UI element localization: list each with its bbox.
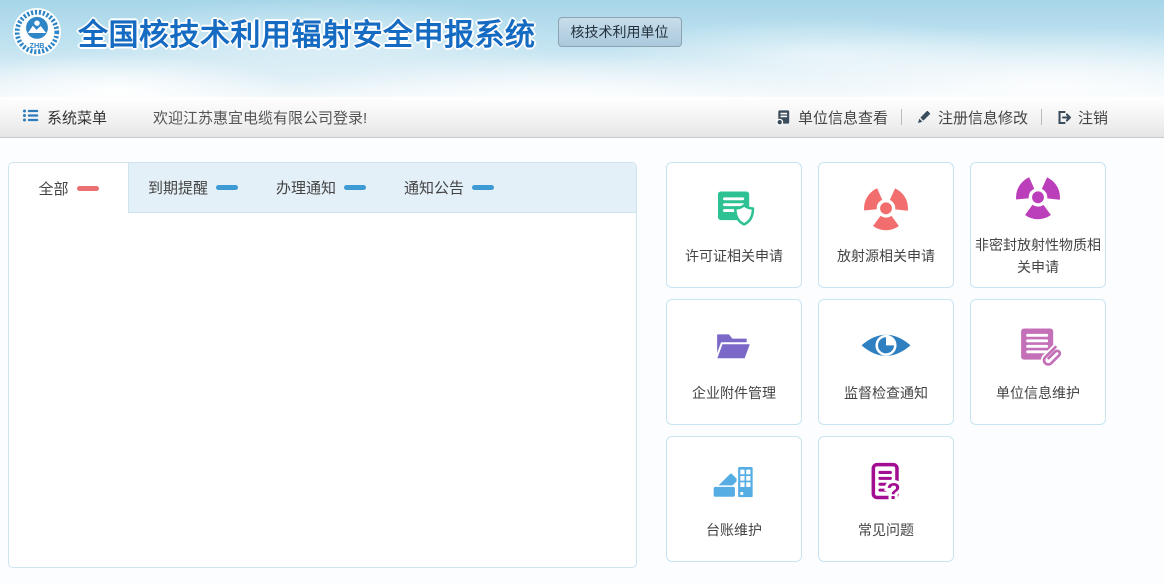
tab-label: 到期提醒	[148, 177, 208, 198]
tab-label: 全部	[38, 178, 68, 199]
brand: ZHB 全国核技术利用辐射安全申报系统 核技术利用单位	[12, 5, 682, 59]
page: ZHB 全国核技术利用辐射安全申报系统 核技术利用单位 系统菜单 欢迎江苏惠宜电…	[0, 0, 1164, 584]
svg-text:?: ?	[887, 478, 901, 504]
page-title: 全国核技术利用辐射安全申报系统	[78, 10, 536, 54]
tab-notice-announcement[interactable]: 通知公告	[385, 163, 513, 212]
card-label: 企业附件管理	[692, 383, 776, 405]
card-radioactive-source-apply[interactable]: 放射源相关申请	[818, 162, 954, 288]
menu-link-label: 注册信息修改	[938, 107, 1028, 128]
menu-links: 单位信息查看 注册信息修改 注销	[775, 107, 1108, 128]
card-unsealed-radioactive-material-apply[interactable]: 非密封放射性物质相关申请	[970, 162, 1106, 288]
tab-processing-notice[interactable]: 办理通知	[257, 163, 385, 212]
card-label: 台账维护	[706, 520, 762, 542]
card-faq[interactable]: ? ? 常见问题	[818, 436, 954, 562]
system-menu-label: 系统菜单	[47, 107, 107, 128]
notice-content	[9, 213, 636, 568]
card-label: 许可证相关申请	[685, 246, 783, 268]
folder-icon	[707, 320, 761, 374]
tab-label: 办理通知	[276, 177, 336, 198]
tab-label: 通知公告	[404, 177, 464, 198]
system-menu-button[interactable]: 系统菜单	[22, 107, 107, 128]
menu-link-label: 注销	[1078, 107, 1108, 128]
menu-bar: 系统菜单 欢迎江苏惠宜电缆有限公司登录! 单位信息查看 注册信息修改 注销	[0, 97, 1164, 138]
card-enterprise-attachment-management[interactable]: 企业附件管理	[666, 299, 802, 425]
tab-dash	[472, 185, 494, 190]
card-label: 监督检查通知	[844, 383, 928, 405]
menu-link-label: 单位信息查看	[798, 107, 888, 128]
role-badge: 核技术利用单位	[558, 17, 682, 47]
menu-link-unit-info-view[interactable]: 单位信息查看	[775, 107, 888, 128]
card-label: 常见问题	[858, 520, 914, 542]
faq-icon: ? ?	[859, 457, 913, 511]
tab-expiry-reminder[interactable]: 到期提醒	[129, 163, 257, 212]
environment-logo-icon: ZHB	[12, 7, 62, 57]
doc-paperclip-icon	[1011, 320, 1065, 374]
card-label: 单位信息维护	[996, 383, 1080, 405]
tab-bar: 全部 到期提醒 办理通知 通知公告	[9, 163, 636, 213]
edit-icon	[915, 109, 932, 126]
tab-dash	[77, 186, 99, 191]
tab-dash	[216, 185, 238, 190]
tab-dash	[344, 185, 366, 190]
card-license-apply[interactable]: 许可证相关申请	[666, 162, 802, 288]
menu-link-logout[interactable]: 注销	[1055, 107, 1108, 128]
radiation-icon	[1011, 172, 1065, 226]
card-supervision-inspection-notice[interactable]: 监督检查通知	[818, 299, 954, 425]
menu-list-icon	[22, 107, 39, 128]
card-unit-info-maintenance[interactable]: 单位信息维护	[970, 299, 1106, 425]
logo-text: ZHB	[30, 41, 45, 50]
eye-icon	[859, 320, 913, 374]
card-label: 非密封放射性物质相关申请	[974, 235, 1102, 278]
menu-divider	[1041, 109, 1042, 125]
unit-info-icon	[775, 109, 792, 126]
menu-divider	[901, 109, 902, 125]
card-ledger-maintenance[interactable]: 台账维护	[666, 436, 802, 562]
ledger-icon	[707, 457, 761, 511]
welcome-text: 欢迎江苏惠宜电缆有限公司登录!	[153, 107, 367, 128]
radiation-icon	[859, 183, 913, 237]
notice-panel: 全部 到期提醒 办理通知 通知公告	[8, 162, 637, 568]
function-card-grid: 许可证相关申请 放射源相关申请 非密封放射性物质相关申请 企业附件管理 监督检查…	[666, 162, 1106, 562]
logout-icon	[1055, 109, 1072, 126]
license-shield-icon	[707, 183, 761, 237]
sky-header: ZHB 全国核技术利用辐射安全申报系统 核技术利用单位	[0, 0, 1164, 97]
tab-all[interactable]: 全部	[9, 163, 129, 213]
card-label: 放射源相关申请	[837, 246, 935, 268]
menu-link-register-info-edit[interactable]: 注册信息修改	[915, 107, 1028, 128]
